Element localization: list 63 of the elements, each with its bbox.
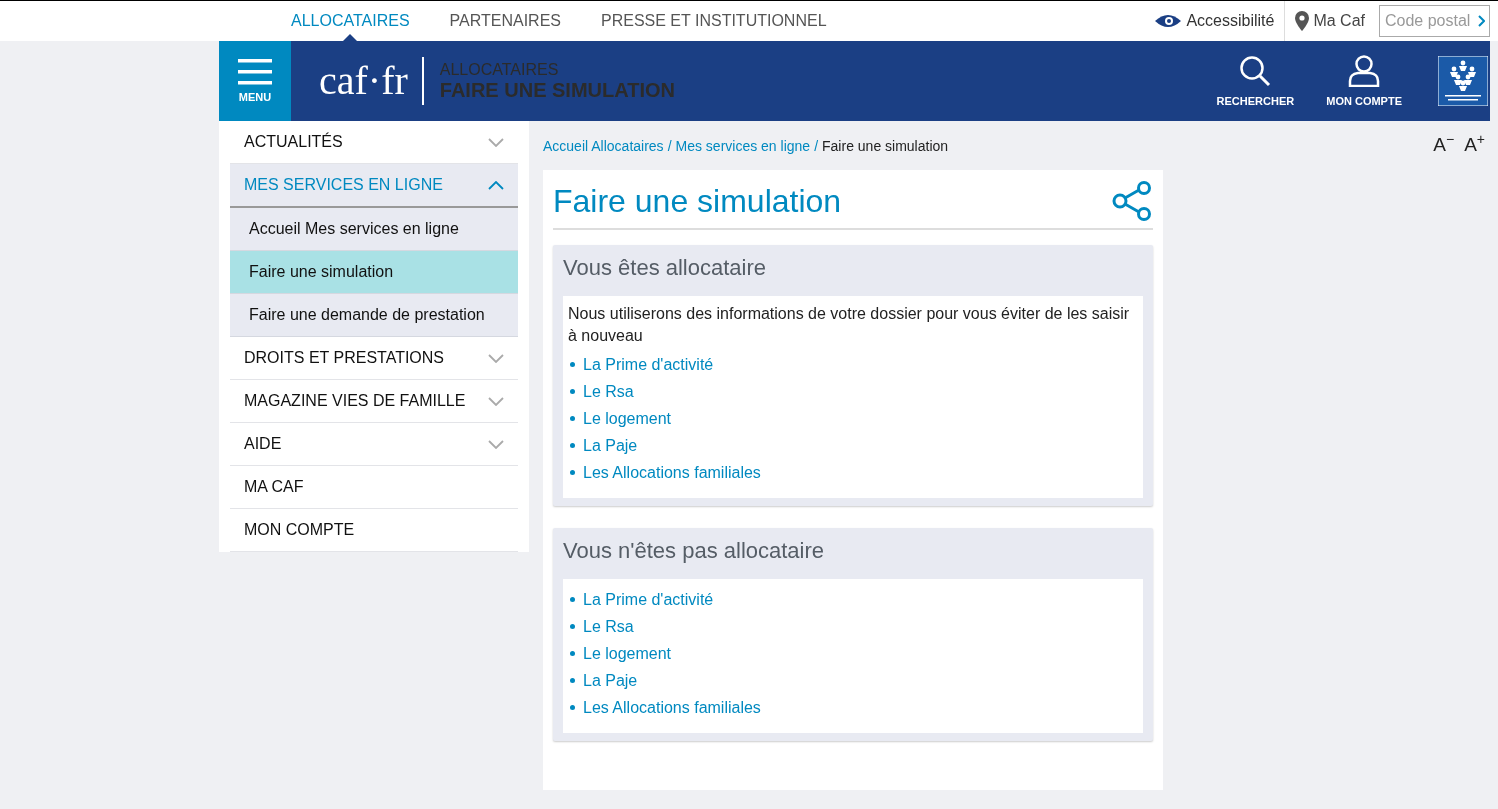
- breadcrumb-separator: /: [667, 138, 672, 154]
- breadcrumb-link[interactable]: Accueil Allocataires: [543, 138, 664, 154]
- simulation-link[interactable]: Le Rsa: [583, 382, 634, 401]
- chevron-down-icon: [488, 396, 504, 406]
- simulation-link[interactable]: Le logement: [583, 644, 672, 663]
- simulation-link[interactable]: Le Rsa: [583, 617, 634, 636]
- sidebar-item[interactable]: AIDE: [230, 423, 518, 466]
- person-icon: [1348, 55, 1381, 87]
- simulation-link[interactable]: La Prime d'activité: [583, 355, 714, 374]
- chevron-up-icon: [488, 180, 504, 190]
- increase-text-button[interactable]: A$^{+}$: [1464, 131, 1485, 157]
- sidebar-item[interactable]: MON COMPTE: [230, 509, 518, 552]
- account-button[interactable]: MON COMPTE: [1326, 55, 1402, 107]
- intro-text: Nous utiliserons des informations de votre dossier pour vous éviter de les saisir à nouveau: [568, 304, 1131, 346]
- emblem-icon: [1438, 56, 1488, 106]
- menu-icon: [238, 59, 272, 85]
- simulation-link[interactable]: Le logement: [583, 409, 672, 428]
- share-icon[interactable]: [1111, 180, 1153, 222]
- bullet-icon: [570, 443, 575, 448]
- simulation-link[interactable]: La Prime d'activité: [583, 590, 714, 609]
- page-title: Faire une simulation: [553, 182, 842, 220]
- bullet-icon: [570, 470, 575, 475]
- simulation-link[interactable]: Les Allocations familiales: [583, 698, 761, 717]
- simulation-link[interactable]: La Paje: [583, 436, 638, 455]
- eye-icon: [1154, 13, 1183, 29]
- pin-icon: [1295, 11, 1310, 31]
- bullet-icon: [570, 651, 575, 656]
- decrease-text-button[interactable]: A$^{−}$: [1433, 131, 1455, 157]
- bullet-icon: [570, 705, 575, 710]
- section-title: Vous n'êtes pas allocataire: [563, 537, 826, 565]
- search-icon: [1239, 55, 1272, 87]
- breadcrumb-link[interactable]: Mes services en ligne: [675, 138, 811, 154]
- search-button[interactable]: RECHERCHER: [1216, 55, 1295, 107]
- breadcrumb-current: Faire une simulation: [822, 138, 949, 154]
- submenu-item[interactable]: Faire une simulation: [230, 251, 518, 294]
- bullet-icon: [570, 678, 575, 683]
- submenu-item[interactable]: Faire une demande de prestation: [230, 294, 518, 337]
- page-label: FAIRE UNE SIMULATION: [439, 78, 675, 102]
- bullet-icon: [570, 416, 575, 421]
- section-label: ALLOCATAIRES: [439, 60, 560, 79]
- menu-button[interactable]: MENU: [219, 41, 291, 121]
- sidebar-item[interactable]: MA CAF: [230, 466, 518, 509]
- nav-tab[interactable]: ALLOCATAIRES: [291, 1, 410, 41]
- sidebar-item[interactable]: MAGAZINE VIES DE FAMILLE: [230, 380, 518, 423]
- ma-caf-link[interactable]: Ma Caf: [1285, 1, 1379, 41]
- section-title: Vous êtes allocataire: [563, 254, 768, 282]
- chevron-down-icon: [488, 353, 504, 363]
- bullet-icon: [570, 389, 575, 394]
- bullet-icon: [570, 624, 575, 629]
- chevron-right-icon: [1478, 15, 1485, 27]
- site-logo[interactable]: caf·fr: [305, 57, 424, 105]
- bullet-icon: [570, 362, 575, 367]
- simulation-link[interactable]: La Paje: [583, 671, 638, 690]
- sidebar-item[interactable]: DROITS ET PRESTATIONS: [230, 337, 518, 380]
- submenu-item[interactable]: Accueil Mes services en ligne: [230, 208, 518, 251]
- breadcrumb-separator: /: [814, 138, 819, 154]
- postal-code-field[interactable]: Code postal: [1379, 5, 1490, 37]
- nav-tab[interactable]: PRESSE ET INSTITUTIONNEL: [601, 1, 847, 41]
- simulation-link[interactable]: Les Allocations familiales: [583, 463, 761, 482]
- bullet-icon: [570, 597, 575, 602]
- chevron-down-icon: [488, 439, 504, 449]
- chevron-down-icon: [488, 137, 504, 147]
- nav-tab[interactable]: PARTENAIRES: [449, 1, 581, 41]
